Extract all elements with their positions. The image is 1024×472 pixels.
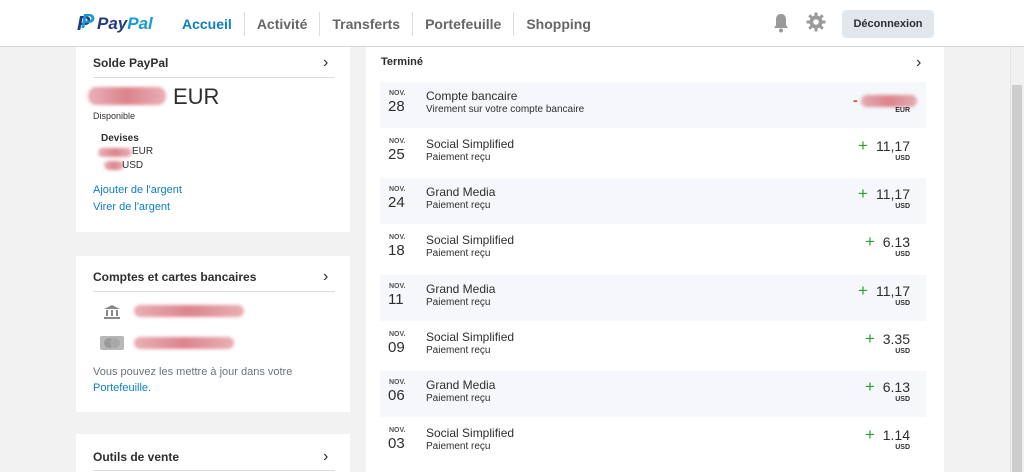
balance-title: Solde PayPal (93, 56, 169, 70)
plus-icon: + (858, 281, 868, 300)
balance-amount-redacted (88, 87, 166, 105)
wallet-note: Vous pouvez les mettre à jour dans votre (93, 366, 293, 378)
nav-transferts[interactable]: Transferts (319, 11, 412, 36)
main-nav: Accueil Activité Transferts Portefeuille… (170, 0, 603, 47)
transaction-row[interactable]: NOV. 25 Social Simplified Paiement reçu … (380, 130, 926, 176)
chevron-right-icon[interactable]: › (323, 55, 328, 71)
scrollbar-thumb[interactable] (1012, 85, 1022, 472)
banks-title: Comptes et cartes bancaires (93, 270, 257, 284)
plus-icon: + (865, 232, 875, 251)
chevron-right-icon[interactable]: › (916, 55, 921, 71)
gear-icon[interactable] (806, 12, 826, 32)
add-money-link[interactable]: Ajouter de l'argent (93, 184, 182, 196)
nav-activite[interactable]: Activité (243, 11, 320, 36)
mastercard-icon (100, 336, 124, 350)
chevron-right-icon[interactable]: › (323, 269, 328, 285)
currency-eur: EUR (132, 146, 154, 157)
usd-amount-redacted (104, 161, 124, 170)
currency-usd: USD (122, 160, 144, 171)
wallet-link[interactable]: Portefeuille. (93, 382, 151, 394)
balance-currency: EUR (173, 84, 220, 109)
balance-card: Solde PayPal › EUR Disponible Devises EU… (76, 47, 350, 232)
divider (93, 77, 335, 78)
transaction-row[interactable]: NOV. 09 Social Simplified Paiement reçu … (380, 323, 926, 369)
transaction-row[interactable]: NOV. 18 Social Simplified Paiement reçu … (380, 226, 926, 272)
plus-icon: + (858, 136, 868, 155)
plus-icon: + (858, 184, 868, 203)
divider (93, 470, 335, 471)
bank-account-redacted[interactable] (134, 305, 244, 317)
banks-cards-card: Comptes et cartes bancaires › Vous pouve… (76, 256, 350, 412)
plus-icon: + (865, 377, 875, 396)
bell-icon[interactable] (772, 13, 790, 33)
transaction-row[interactable]: NOV. 24 Grand Media Paiement reçu + 11,1… (380, 178, 926, 224)
transaction-row[interactable]: NOV. 06 Grand Media Paiement reçu + 6.13… (380, 371, 926, 417)
card-number-redacted[interactable] (134, 337, 234, 349)
nav-accueil[interactable]: Accueil (170, 12, 244, 36)
activity-title: Terminé (381, 56, 423, 68)
transaction-row[interactable]: NOV. 28 Compte bancaire Virement sur vot… (380, 82, 926, 128)
transaction-row[interactable]: NOV. 11 Grand Media Paiement reçu + 11,1… (380, 275, 926, 321)
paypal-mark-icon: PP (77, 11, 95, 35)
currencies-title: Devises (101, 133, 139, 144)
top-navigation-bar: PP PayPal Accueil Activité Transferts Po… (0, 0, 1024, 47)
selling-tools-card: Outils de vente › (76, 434, 350, 472)
negative-sign: - (853, 92, 858, 108)
nav-shopping[interactable]: Shopping (513, 11, 603, 36)
paypal-logo[interactable]: PP PayPal (77, 11, 157, 36)
bank-icon (104, 305, 120, 319)
chevron-right-icon[interactable]: › (323, 449, 328, 465)
nav-portefeuille[interactable]: Portefeuille (412, 11, 513, 36)
available-label: Disponible (93, 111, 136, 121)
divider (93, 291, 335, 292)
logout-button[interactable]: Déconnexion (842, 10, 934, 38)
amount-redacted (861, 95, 917, 107)
transaction-row[interactable]: NOV. 03 Social Simplified Paiement reçu … (380, 419, 926, 465)
selling-tools-title: Outils de vente (93, 450, 180, 464)
plus-icon: + (865, 425, 875, 444)
withdraw-money-link[interactable]: Virer de l'argent (93, 201, 170, 213)
plus-icon: + (865, 329, 875, 348)
eur-amount-redacted (98, 148, 132, 157)
